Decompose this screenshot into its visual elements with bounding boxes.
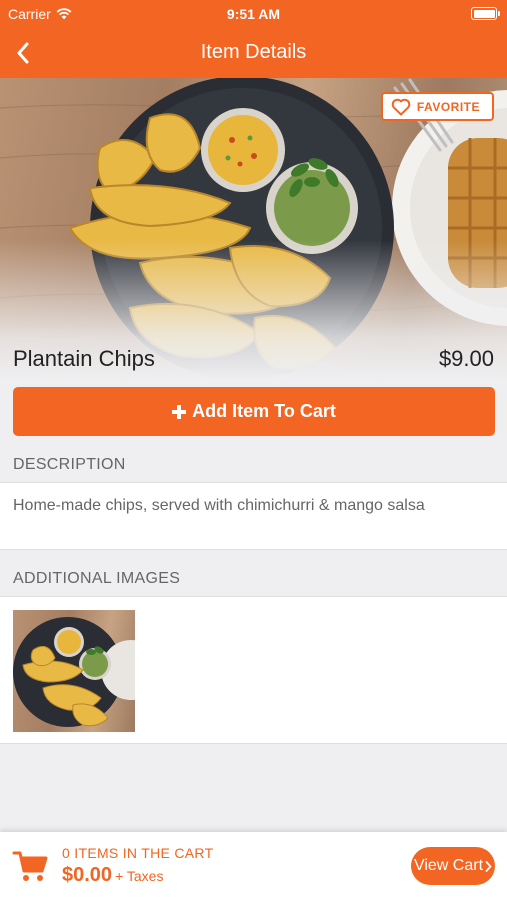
chevron-right-icon [485,860,492,872]
item-name: Plantain Chips [13,346,155,371]
add-to-cart-button[interactable]: Add Item To Cart [13,387,495,436]
taxes-label: + Taxes [115,868,164,884]
battery-icon [471,7,500,20]
status-time: 9:51 AM [226,6,281,22]
cart-total: $0.00 + Taxes [62,864,163,887]
description-header: DESCRIPTION [13,456,126,473]
plus-icon [172,404,187,419]
add-to-cart-label: Add Item To Cart [192,401,336,421]
favorite-button[interactable]: FAVORITE [380,92,494,121]
cart-total-amount: $0.00 [62,864,113,886]
view-cart-button[interactable]: View Cart [411,847,495,885]
cart-item-count: 0 ITEMS IN THE CART [62,845,214,861]
view-cart-label: View Cart [413,857,484,874]
page-title: Item Details [200,41,307,63]
heart-icon [391,98,411,115]
favorite-label: FAVORITE [416,99,480,114]
shopping-cart-icon[interactable] [12,849,50,883]
status-bar: Carrier 9:51 AM [0,0,507,28]
cart-bar: 0 ITEMS IN THE CART $0.00 + Taxes View Ca… [0,832,507,900]
item-price: $9.00 [438,346,494,371]
additional-images-header: ADDITIONAL IMAGES [13,570,181,587]
thumbnail-food-photo [13,617,135,727]
description-box: Home-made chips, served with chimichurri… [0,482,507,550]
additional-images-box [0,596,507,744]
additional-image-thumbnail[interactable] [13,610,135,732]
item-hero-image [0,78,507,380]
nav-bar: Item Details [0,28,507,78]
description-text: Home-made chips, served with chimichurri… [13,497,425,514]
